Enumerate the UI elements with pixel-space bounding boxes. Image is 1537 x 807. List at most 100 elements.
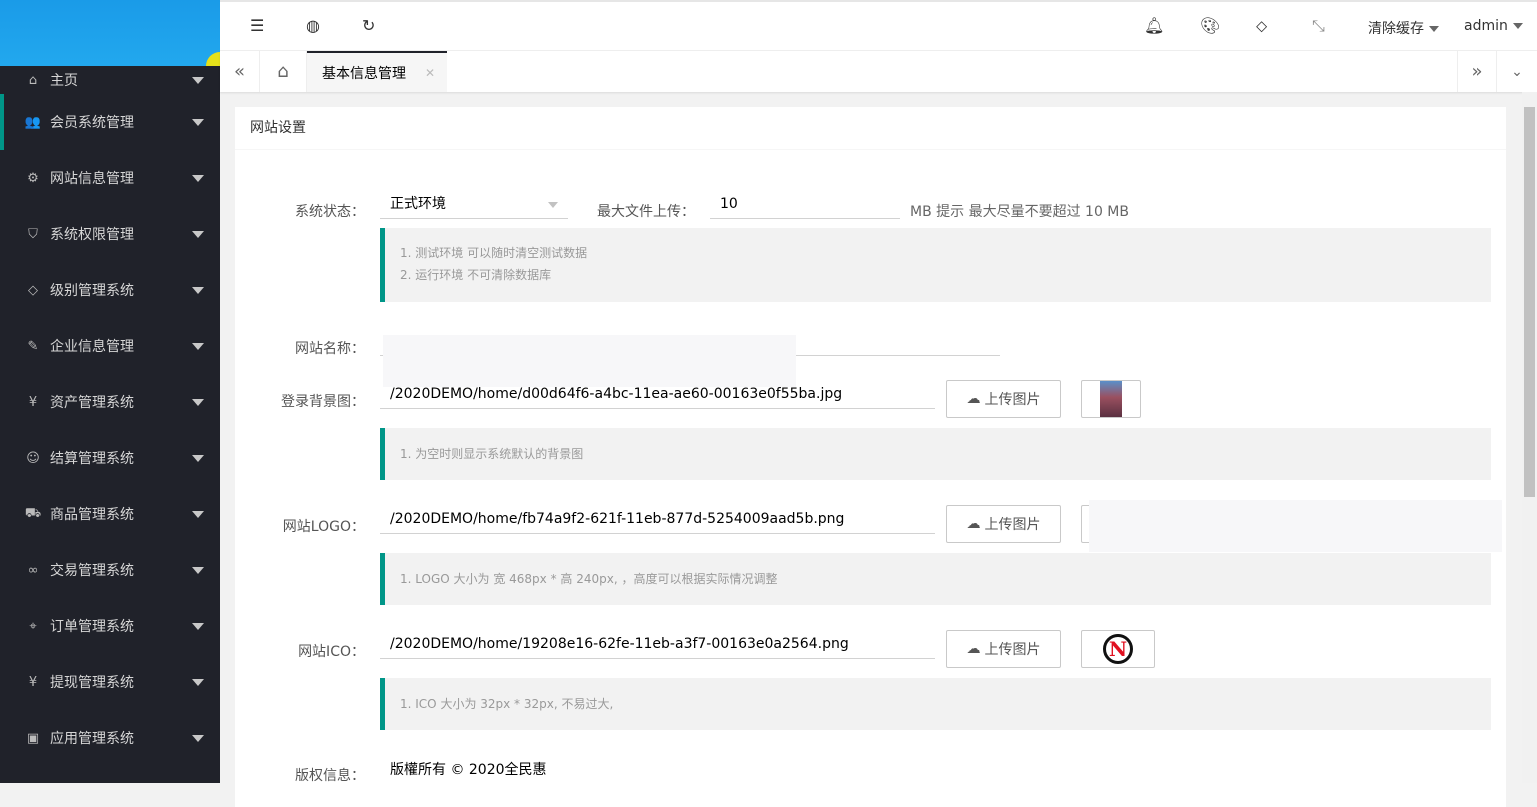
caret-down-icon (192, 77, 204, 84)
link-icon: ∞ (27, 562, 39, 578)
sidebar-item[interactable]: ✎ 企业信息管理 (0, 318, 220, 374)
clear-cache-menu[interactable]: 清除缓存 (1368, 18, 1439, 38)
tip-line: 2. 运行环境 不可清除数据库 (400, 268, 552, 282)
tabs-scroll-left-icon[interactable]: « (220, 51, 260, 92)
sidebar-item-label: 网站信息管理 (50, 171, 134, 187)
gear-icon: ⚙ (27, 170, 39, 186)
sidebar-item-label: 商品管理系统 (50, 507, 134, 523)
caret-down-icon (192, 567, 204, 574)
sidebar-item[interactable]: ⛉ 系统权限管理 (0, 206, 220, 262)
caret-down-icon (192, 175, 204, 182)
sidebar-item-label: 主页 (50, 73, 78, 89)
sidebar-item-label: 交易管理系统 (50, 563, 134, 579)
logo-input[interactable]: /2020DEMO/home/fb74a9f2-621f-11eb-877d-5… (380, 508, 935, 534)
bg-tip: 1. 为空时则显示系统默认的背景图 (380, 428, 1491, 480)
tab-basic-info[interactable]: 基本信息管理 ✕ (307, 51, 447, 92)
sidebar-item-label: 应用管理系统 (50, 731, 134, 747)
sidebar-item-label: 企业信息管理 (50, 339, 134, 355)
palette-icon[interactable]: 🎨︎ (1200, 16, 1220, 35)
cloud-upload-icon: ☁ (966, 641, 981, 657)
ico-input[interactable]: /2020DEMO/home/19208e16-62fe-11eb-a3f7-0… (380, 633, 935, 659)
sidebar-item[interactable]: ¥ 资产管理系统 (0, 374, 220, 430)
caret-down-icon (192, 679, 204, 686)
ico-tip: 1. ICO 大小为 32px * 32px, 不易过大, (380, 678, 1491, 730)
sidebar-item[interactable]: ⚙ 网站信息管理 (0, 150, 220, 206)
shield-icon: ⛉ (28, 226, 38, 242)
redacted-area (383, 335, 796, 387)
ico-label: 网站ICO： (298, 644, 365, 660)
sidebar: ⌂ 主页 👥 会员系统管理 ⚙ 网站信息管理 ⛉ 系统权限管理 ◇ 级别管理系统 ✎ 企业信息管理 ¥ 资… (0, 0, 220, 783)
caret-down-icon (548, 202, 558, 208)
yen-icon: ¥ (28, 394, 38, 410)
leaf-icon (206, 52, 220, 66)
status-value: 正式环境 (390, 196, 446, 212)
cloud-upload-icon: ☁ (966, 516, 981, 532)
scrollbar[interactable] (1522, 92, 1537, 783)
close-icon[interactable]: ✕ (425, 66, 435, 80)
status-select[interactable]: 正式环境 (380, 193, 568, 219)
max-upload-hint: MB 提示 最大尽量不要超过 10 MB (910, 204, 1129, 220)
user-menu[interactable]: admin (1464, 18, 1523, 34)
scrollbar-thumb[interactable] (1524, 107, 1535, 497)
logo-tip: 1. LOGO 大小为 宽 468px * 高 240px, ，高度可以根据实际… (380, 553, 1491, 605)
card-title: 网站设置 (235, 107, 1506, 150)
fullscreen-icon[interactable]: ⤡ (1312, 16, 1325, 36)
bg-label: 登录背景图： (281, 394, 365, 410)
upload-label: 上传图片 (984, 517, 1041, 533)
home-tab-icon[interactable]: ⌂ (260, 51, 307, 92)
caret-down-icon (1512, 23, 1523, 29)
bg-thumbnail[interactable] (1081, 380, 1141, 418)
sidebar-item[interactable]: ▣ 应用管理系统 (0, 710, 220, 766)
sidebar-item-label: 订单管理系统 (50, 619, 134, 635)
caret-down-icon (192, 735, 204, 742)
sidebar-item-label: 提现管理系统 (50, 675, 134, 691)
sidebar-item[interactable]: ∞ 交易管理系统 (0, 542, 220, 598)
cart-icon: ⛟ (24, 505, 42, 521)
cloud-upload-icon: ☁ (966, 391, 981, 407)
header: ☰ ◍ ↻ 🔔︎ 🎨︎ ⬦ ⤡ 清除缓存 admin (220, 0, 1537, 51)
sidebar-item-label: 系统权限管理 (50, 227, 134, 243)
caret-down-icon (192, 287, 204, 294)
upload-ico-button[interactable]: ☁ 上传图片 (946, 630, 1061, 668)
caret-down-icon (192, 455, 204, 462)
menu-fold-icon[interactable]: ☰ (250, 16, 264, 35)
max-upload-input[interactable]: 10 (710, 193, 900, 219)
caret-down-icon (192, 511, 204, 518)
tab-label: 基本信息管理 (322, 65, 406, 82)
sidebar-item-label: 资产管理系统 (50, 395, 134, 411)
upload-bg-button[interactable]: ☁ 上传图片 (946, 380, 1061, 418)
tab-bar: « ⌂ 基本信息管理 ✕ » ⌄ (220, 51, 1537, 92)
sidebar-item[interactable]: ¥ 提现管理系统 (0, 654, 220, 710)
user-name: admin (1464, 18, 1508, 34)
yen-icon: ¥ (28, 674, 38, 690)
sidebar-item[interactable]: ⌂ 主页 (0, 66, 220, 94)
status-label: 系统状态： (295, 204, 365, 220)
refresh-icon[interactable]: ↻ (362, 16, 375, 35)
globe-icon[interactable]: ◍ (306, 16, 320, 35)
sidebar-item[interactable]: ☺ 结算管理系统 (0, 430, 220, 486)
sidebar-item-label: 会员系统管理 (50, 115, 134, 131)
tabs-scroll-right-icon[interactable]: » (1457, 51, 1497, 92)
copyright-label: 版权信息： (295, 768, 365, 784)
sidebar-item[interactable]: ⌖ 订单管理系统 (0, 598, 220, 654)
bell-icon[interactable]: 🔔︎ (1144, 16, 1164, 35)
clear-cache-label: 清除缓存 (1368, 21, 1424, 37)
sidebar-item[interactable]: 👥 会员系统管理 (0, 94, 220, 150)
users-icon: 👥 (24, 114, 42, 130)
caret-down-icon (192, 119, 204, 126)
site-name-label: 网站名称： (295, 341, 365, 357)
sidebar-item[interactable]: ◇ 级别管理系统 (0, 262, 220, 318)
caret-down-icon (192, 231, 204, 238)
caret-down-icon (192, 343, 204, 350)
upload-logo-button[interactable]: ☁ 上传图片 (946, 505, 1061, 543)
diamond-icon: ◇ (28, 282, 38, 298)
ico-thumbnail[interactable]: N (1081, 630, 1155, 668)
sidebar-item[interactable]: ⛟ 商品管理系统 (0, 486, 220, 542)
copyright-input[interactable]: 版權所有 © 2020全民惠 (380, 759, 935, 785)
upload-label: 上传图片 (984, 642, 1041, 658)
edit-icon: ✎ (27, 338, 39, 354)
tag-icon[interactable]: ⬦ (1256, 16, 1267, 36)
max-upload-label: 最大文件上传： (597, 204, 695, 220)
tabs-menu-chevron-down-icon[interactable]: ⌄ (1497, 51, 1537, 92)
bg-input[interactable]: /2020DEMO/home/d00d64f6-a4bc-11ea-ae60-0… (380, 383, 935, 409)
